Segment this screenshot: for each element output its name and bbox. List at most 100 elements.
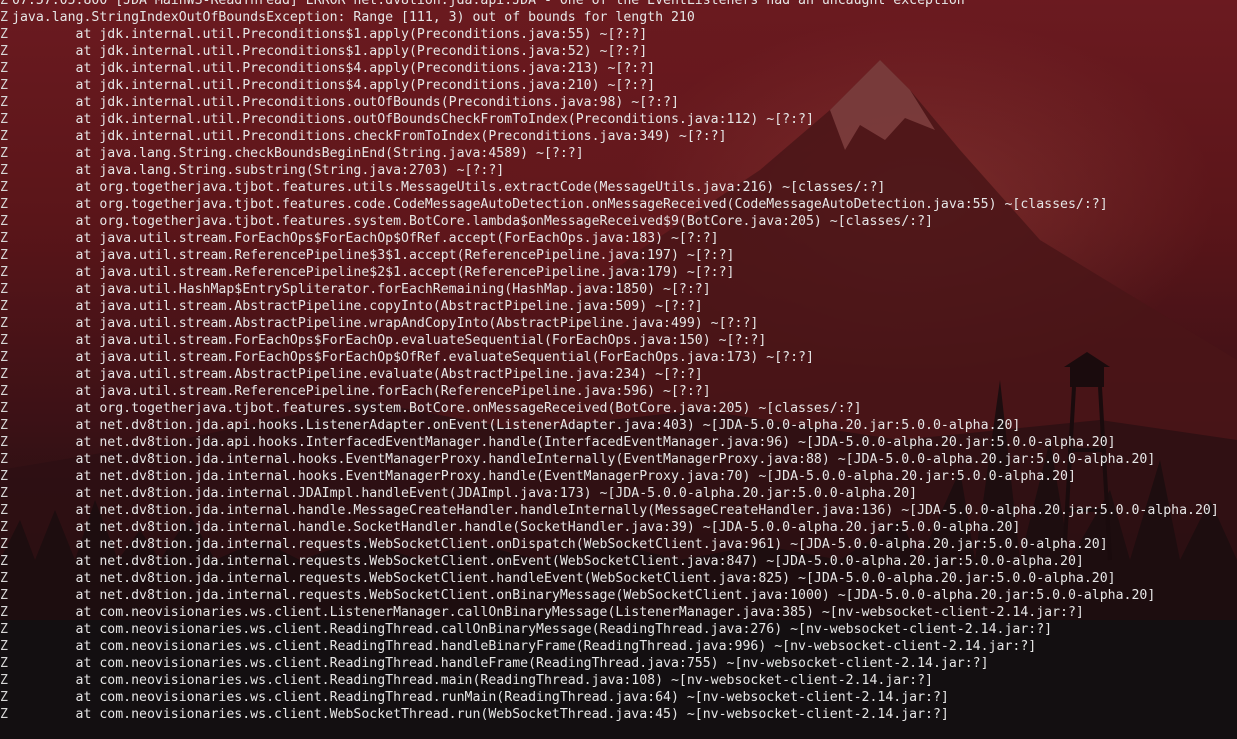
line-gutter: Z	[0, 418, 8, 433]
stack-frame-line: Z at net.dv8tion.jda.internal.requests.W…	[0, 553, 1237, 570]
stack-frame-line: Z at org.togetherjava.tjbot.features.cod…	[0, 196, 1237, 213]
stack-frame-line: Z at com.neovisionaries.ws.client.Readin…	[0, 672, 1237, 689]
log-header-text: 07:57:05.800 [JDA MainWS-ReadThread] ERR…	[12, 0, 965, 8]
stack-frame-line: Z at jdk.internal.util.Preconditions.out…	[0, 94, 1237, 111]
stack-frame-text: at com.neovisionaries.ws.client.ReadingT…	[12, 690, 949, 705]
stack-frame-line: Z at java.lang.String.substring(String.j…	[0, 162, 1237, 179]
line-gutter: Z	[0, 469, 8, 484]
line-gutter: Z	[0, 0, 8, 8]
stack-frame-text: at com.neovisionaries.ws.client.WebSocke…	[12, 707, 949, 722]
line-gutter: Z	[0, 248, 8, 263]
stack-frame-text: at net.dv8tion.jda.internal.handle.Socke…	[12, 520, 1021, 535]
stack-frame-line: Z at jdk.internal.util.Preconditions.che…	[0, 128, 1237, 145]
stack-frame-text: at org.togetherjava.tjbot.features.code.…	[12, 197, 1108, 212]
terminal-output: Z 07:57:05.800 [JDA MainWS-ReadThread] ER…	[0, 0, 1237, 723]
stack-frame-line: Z at jdk.internal.util.Preconditions.out…	[0, 111, 1237, 128]
stack-frame-text: at net.dv8tion.jda.internal.hooks.EventM…	[12, 452, 1156, 467]
line-gutter: Z	[0, 537, 8, 552]
stack-frame-line: Z at java.util.HashMap$EntrySpliterator.…	[0, 281, 1237, 298]
stack-frame-line: Z at net.dv8tion.jda.internal.requests.W…	[0, 536, 1237, 553]
stack-frame-text: at net.dv8tion.jda.internal.requests.Web…	[12, 588, 1156, 603]
stack-frame-text: at jdk.internal.util.Preconditions$1.app…	[12, 44, 648, 59]
line-gutter: Z	[0, 44, 8, 59]
stack-frame-text: at net.dv8tion.jda.internal.requests.Web…	[12, 554, 1084, 569]
line-gutter: Z	[0, 690, 8, 705]
stack-frame-text: at jdk.internal.util.Preconditions$4.app…	[12, 78, 656, 93]
line-gutter: Z	[0, 452, 8, 467]
line-gutter: Z	[0, 707, 8, 722]
line-gutter: Z	[0, 180, 8, 195]
stack-frame-text: at net.dv8tion.jda.internal.handle.Messa…	[12, 503, 1219, 518]
stack-frame-text: at org.togetherjava.tjbot.features.syste…	[12, 214, 933, 229]
line-gutter: Z	[0, 673, 8, 688]
stack-frame-line: Z at org.togetherjava.tjbot.features.sys…	[0, 400, 1237, 417]
stack-frame-text: at java.util.stream.ForEachOps$ForEachOp…	[12, 350, 814, 365]
stack-frame-text: at net.dv8tion.jda.internal.JDAImpl.hand…	[12, 486, 918, 501]
stack-frame-line: Z at com.neovisionaries.ws.client.Listen…	[0, 604, 1237, 621]
stack-frame-line: Z at java.util.stream.ForEachOps$ForEach…	[0, 332, 1237, 349]
stack-frame-text: at com.neovisionaries.ws.client.ReadingT…	[12, 622, 1053, 637]
stack-frame-text: at java.util.stream.ReferencePipeline.fo…	[12, 384, 711, 399]
stack-frame-line: Z at java.util.stream.ReferencePipeline$…	[0, 264, 1237, 281]
stack-frame-line: Z at com.neovisionaries.ws.client.Readin…	[0, 655, 1237, 672]
stack-frame-line: Z at net.dv8tion.jda.api.hooks.Interface…	[0, 434, 1237, 451]
stack-frame-line: Z at net.dv8tion.jda.api.hooks.ListenerA…	[0, 417, 1237, 434]
stack-frame-line: Z at jdk.internal.util.Preconditions$1.a…	[0, 43, 1237, 60]
stack-frame-line: Z at java.util.stream.ReferencePipeline.…	[0, 383, 1237, 400]
line-gutter: Z	[0, 333, 8, 348]
stack-frame-text: at net.dv8tion.jda.internal.hooks.EventM…	[12, 469, 1076, 484]
line-gutter: Z	[0, 384, 8, 399]
stack-trace: Z at jdk.internal.util.Preconditions$1.a…	[0, 26, 1237, 723]
stack-frame-text: at java.util.stream.AbstractPipeline.eva…	[12, 367, 703, 382]
line-gutter: Z	[0, 78, 8, 93]
stack-frame-text: at net.dv8tion.jda.api.hooks.ListenerAda…	[12, 418, 1021, 433]
stack-frame-line: Z at jdk.internal.util.Preconditions$1.a…	[0, 26, 1237, 43]
stack-frame-text: at org.togetherjava.tjbot.features.utils…	[12, 180, 886, 195]
stack-frame-text: at jdk.internal.util.Preconditions.outOf…	[12, 112, 814, 127]
stack-frame-text: at com.neovisionaries.ws.client.Listener…	[12, 605, 1084, 620]
line-gutter: Z	[0, 163, 8, 178]
stack-frame-text: at jdk.internal.util.Preconditions.check…	[12, 129, 727, 144]
stack-frame-line: Z at net.dv8tion.jda.internal.handle.Mes…	[0, 502, 1237, 519]
stack-frame-line: Z at net.dv8tion.jda.internal.requests.W…	[0, 587, 1237, 604]
stack-frame-text: at java.util.stream.AbstractPipeline.cop…	[12, 299, 703, 314]
line-gutter: Z	[0, 299, 8, 314]
line-gutter: Z	[0, 231, 8, 246]
stack-frame-text: at java.util.stream.ForEachOps$ForEachOp…	[12, 333, 767, 348]
stack-frame-text: at java.util.stream.ReferencePipeline$2$…	[12, 265, 735, 280]
line-gutter: Z	[0, 571, 8, 586]
stack-frame-text: at jdk.internal.util.Preconditions$1.app…	[12, 27, 648, 42]
line-gutter: Z	[0, 622, 8, 637]
stack-frame-text: at com.neovisionaries.ws.client.ReadingT…	[12, 656, 989, 671]
stack-frame-text: at jdk.internal.util.Preconditions$4.app…	[12, 61, 656, 76]
line-gutter: Z	[0, 588, 8, 603]
stack-frame-text: at java.lang.String.checkBoundsBeginEnd(…	[12, 146, 584, 161]
line-gutter: Z	[0, 95, 8, 110]
line-gutter: Z	[0, 112, 8, 127]
stack-frame-line: Z at com.neovisionaries.ws.client.Readin…	[0, 689, 1237, 706]
line-gutter: Z	[0, 367, 8, 382]
line-gutter: Z	[0, 503, 8, 518]
stack-frame-line: Z at net.dv8tion.jda.internal.hooks.Even…	[0, 451, 1237, 468]
stack-frame-text: at net.dv8tion.jda.internal.requests.Web…	[12, 571, 1116, 586]
stack-frame-text: at java.lang.String.substring(String.jav…	[12, 163, 505, 178]
stack-frame-text: at java.util.stream.AbstractPipeline.wra…	[12, 316, 759, 331]
stack-frame-line: Z at java.util.stream.ForEachOps$ForEach…	[0, 349, 1237, 366]
stack-frame-line: Z at jdk.internal.util.Preconditions$4.a…	[0, 77, 1237, 94]
stack-frame-text: at com.neovisionaries.ws.client.ReadingT…	[12, 673, 933, 688]
line-gutter: Z	[0, 129, 8, 144]
line-gutter: Z	[0, 214, 8, 229]
line-gutter: Z	[0, 197, 8, 212]
line-gutter: Z	[0, 435, 8, 450]
exception-line: Zjava.lang.StringIndexOutOfBoundsExcepti…	[0, 9, 1237, 26]
line-gutter: Z	[0, 486, 8, 501]
stack-frame-text: at com.neovisionaries.ws.client.ReadingT…	[12, 639, 1037, 654]
stack-frame-text: at java.util.HashMap$EntrySpliterator.fo…	[12, 282, 711, 297]
stack-frame-line: Z at com.neovisionaries.ws.client.Readin…	[0, 621, 1237, 638]
terminal-window[interactable]: Z 07:57:05.800 [JDA MainWS-ReadThread] ER…	[0, 0, 1237, 739]
line-gutter: Z	[0, 61, 8, 76]
stack-frame-line: Z at java.util.stream.AbstractPipeline.c…	[0, 298, 1237, 315]
stack-frame-text: at jdk.internal.util.Preconditions.outOf…	[12, 95, 679, 110]
stack-frame-text: at net.dv8tion.jda.internal.requests.Web…	[12, 537, 1108, 552]
stack-frame-line: Z at org.togetherjava.tjbot.features.sys…	[0, 213, 1237, 230]
